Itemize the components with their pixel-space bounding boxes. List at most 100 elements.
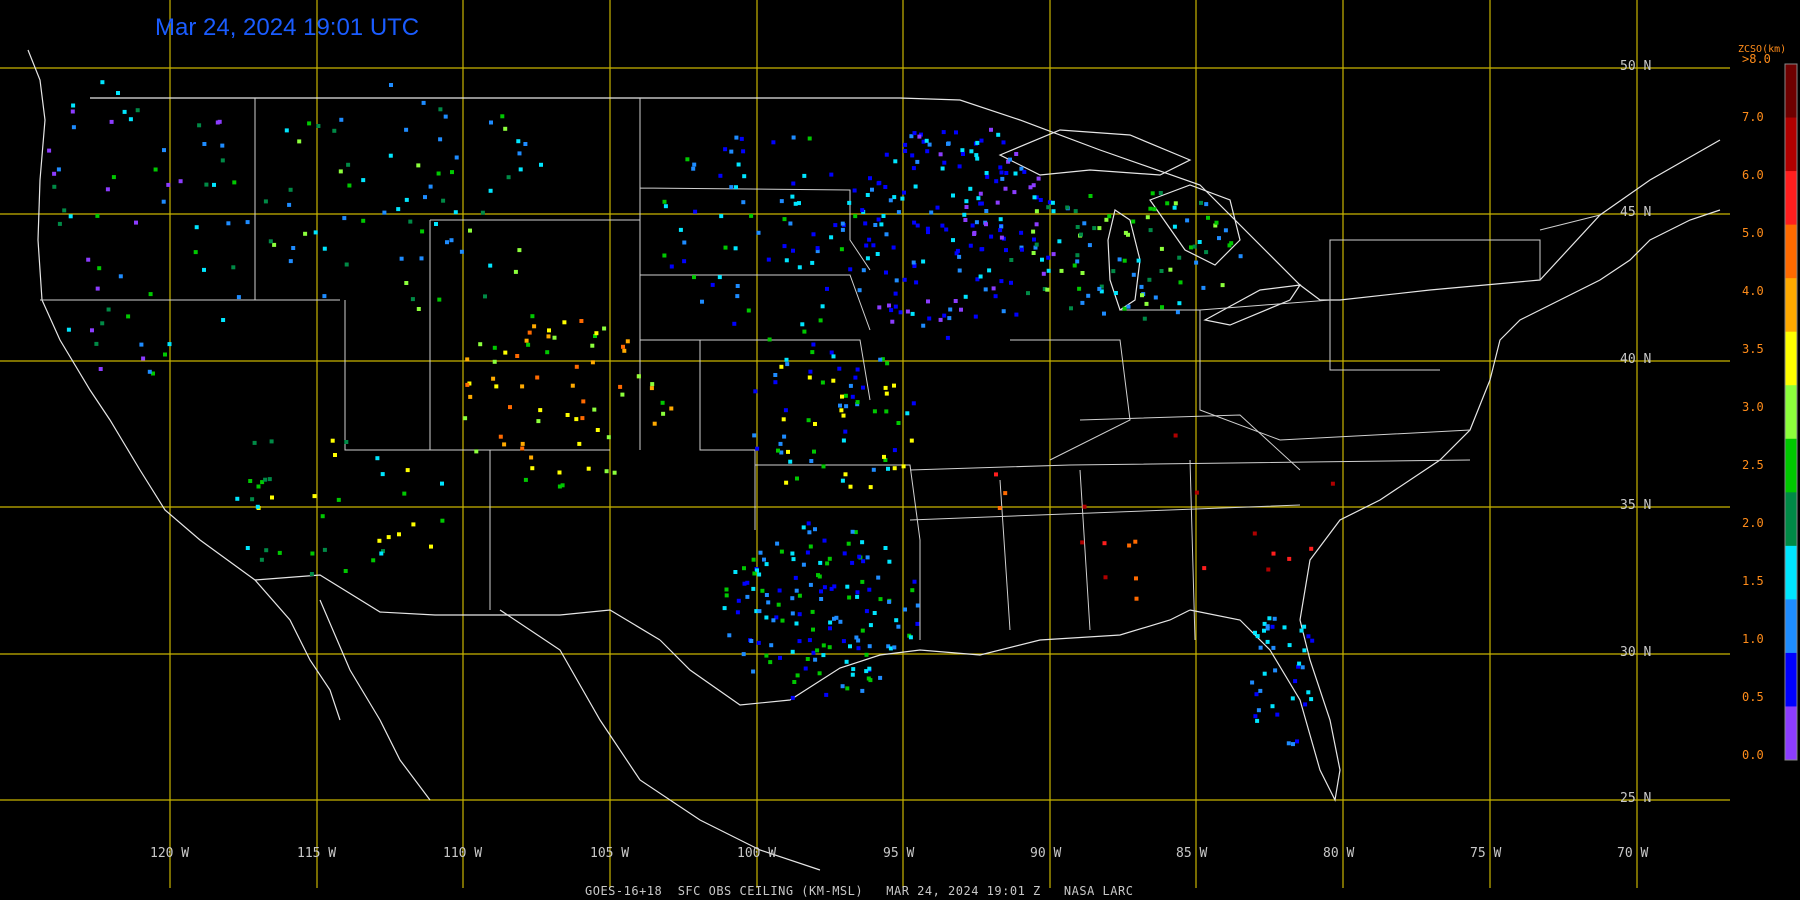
station-point [979, 201, 984, 206]
station-point [921, 259, 926, 264]
station-point [1159, 269, 1164, 273]
station-point [749, 639, 754, 643]
station-point [902, 277, 907, 282]
gulf-coastline [659, 609, 1191, 706]
station-point [993, 294, 998, 299]
station-point [825, 561, 830, 566]
station-point [821, 653, 826, 658]
station-point [792, 680, 797, 684]
station-point [840, 221, 845, 226]
station-point [914, 280, 919, 285]
station-point [1287, 556, 1292, 561]
station-point [985, 174, 990, 179]
station-point [371, 558, 376, 563]
station-point [404, 197, 409, 202]
station-point [832, 584, 837, 589]
station-point [892, 383, 896, 388]
station-point [806, 418, 811, 423]
station-point [620, 392, 625, 397]
station-point [453, 210, 458, 215]
station-point [1173, 201, 1178, 206]
station-point [893, 291, 898, 296]
station-point [135, 108, 140, 113]
station-point [663, 204, 668, 209]
station-point [896, 624, 901, 629]
station-point [850, 394, 855, 399]
station-point [853, 375, 858, 380]
station-point [1150, 191, 1155, 196]
station-point [852, 188, 857, 193]
station-point [941, 130, 946, 135]
station-point [420, 229, 425, 234]
station-point [782, 244, 787, 249]
station-point [760, 588, 765, 593]
station-point [489, 120, 493, 125]
station-point [250, 497, 255, 502]
station-point [1059, 268, 1064, 273]
station-point [779, 199, 784, 204]
station-point [1092, 226, 1097, 231]
station-point [574, 417, 579, 422]
station-point [892, 466, 897, 471]
station-point [1262, 628, 1266, 633]
station-point [1034, 242, 1039, 247]
station-point [126, 314, 131, 319]
station-point [959, 307, 963, 312]
station-point [270, 495, 274, 500]
station-point [850, 560, 855, 565]
station-point [975, 156, 980, 161]
station-point [790, 649, 795, 654]
station-point [1330, 481, 1335, 486]
station-point [153, 167, 158, 172]
station-point [825, 286, 829, 291]
station-point [864, 669, 869, 674]
station-point [840, 478, 845, 483]
legend-colorbar [1784, 63, 1798, 761]
station-point [927, 316, 932, 321]
station-point [397, 532, 401, 537]
station-point [1199, 200, 1203, 205]
station-point [1297, 661, 1302, 666]
station-point [893, 304, 898, 309]
station-point [840, 684, 845, 689]
station-point [757, 609, 762, 614]
station-point [570, 383, 575, 388]
station-point [741, 200, 746, 205]
station-point [520, 446, 525, 451]
station-point [717, 275, 722, 280]
station-point [973, 314, 978, 319]
station-point [912, 131, 917, 136]
station-point [887, 303, 891, 308]
station-point [269, 439, 274, 444]
station-point [1168, 267, 1173, 272]
station-point [1286, 741, 1291, 746]
station-point [788, 459, 793, 464]
station-point [1131, 272, 1136, 277]
station-point [449, 238, 454, 243]
station-point [819, 597, 824, 601]
station-point [478, 342, 483, 347]
station-point [821, 464, 826, 469]
station-point [1220, 283, 1225, 288]
station-point [911, 260, 916, 265]
station-point [552, 335, 557, 340]
station-point [692, 162, 697, 167]
station-point [662, 199, 667, 204]
station-point [815, 648, 820, 653]
station-point [669, 264, 674, 269]
station-point [492, 345, 497, 350]
station-point [878, 675, 883, 680]
station-point [1295, 739, 1299, 744]
station-point [379, 551, 384, 556]
station-point [805, 550, 810, 555]
station-point [245, 220, 250, 225]
station-point [757, 572, 762, 577]
station-point [66, 327, 71, 332]
station-point [875, 252, 880, 256]
station-point [346, 162, 351, 167]
latitude-label: 25 N [1620, 791, 1652, 806]
station-point [829, 350, 834, 355]
pacific-coastline [27, 49, 341, 721]
station-point [581, 399, 586, 404]
station-point [942, 160, 947, 165]
